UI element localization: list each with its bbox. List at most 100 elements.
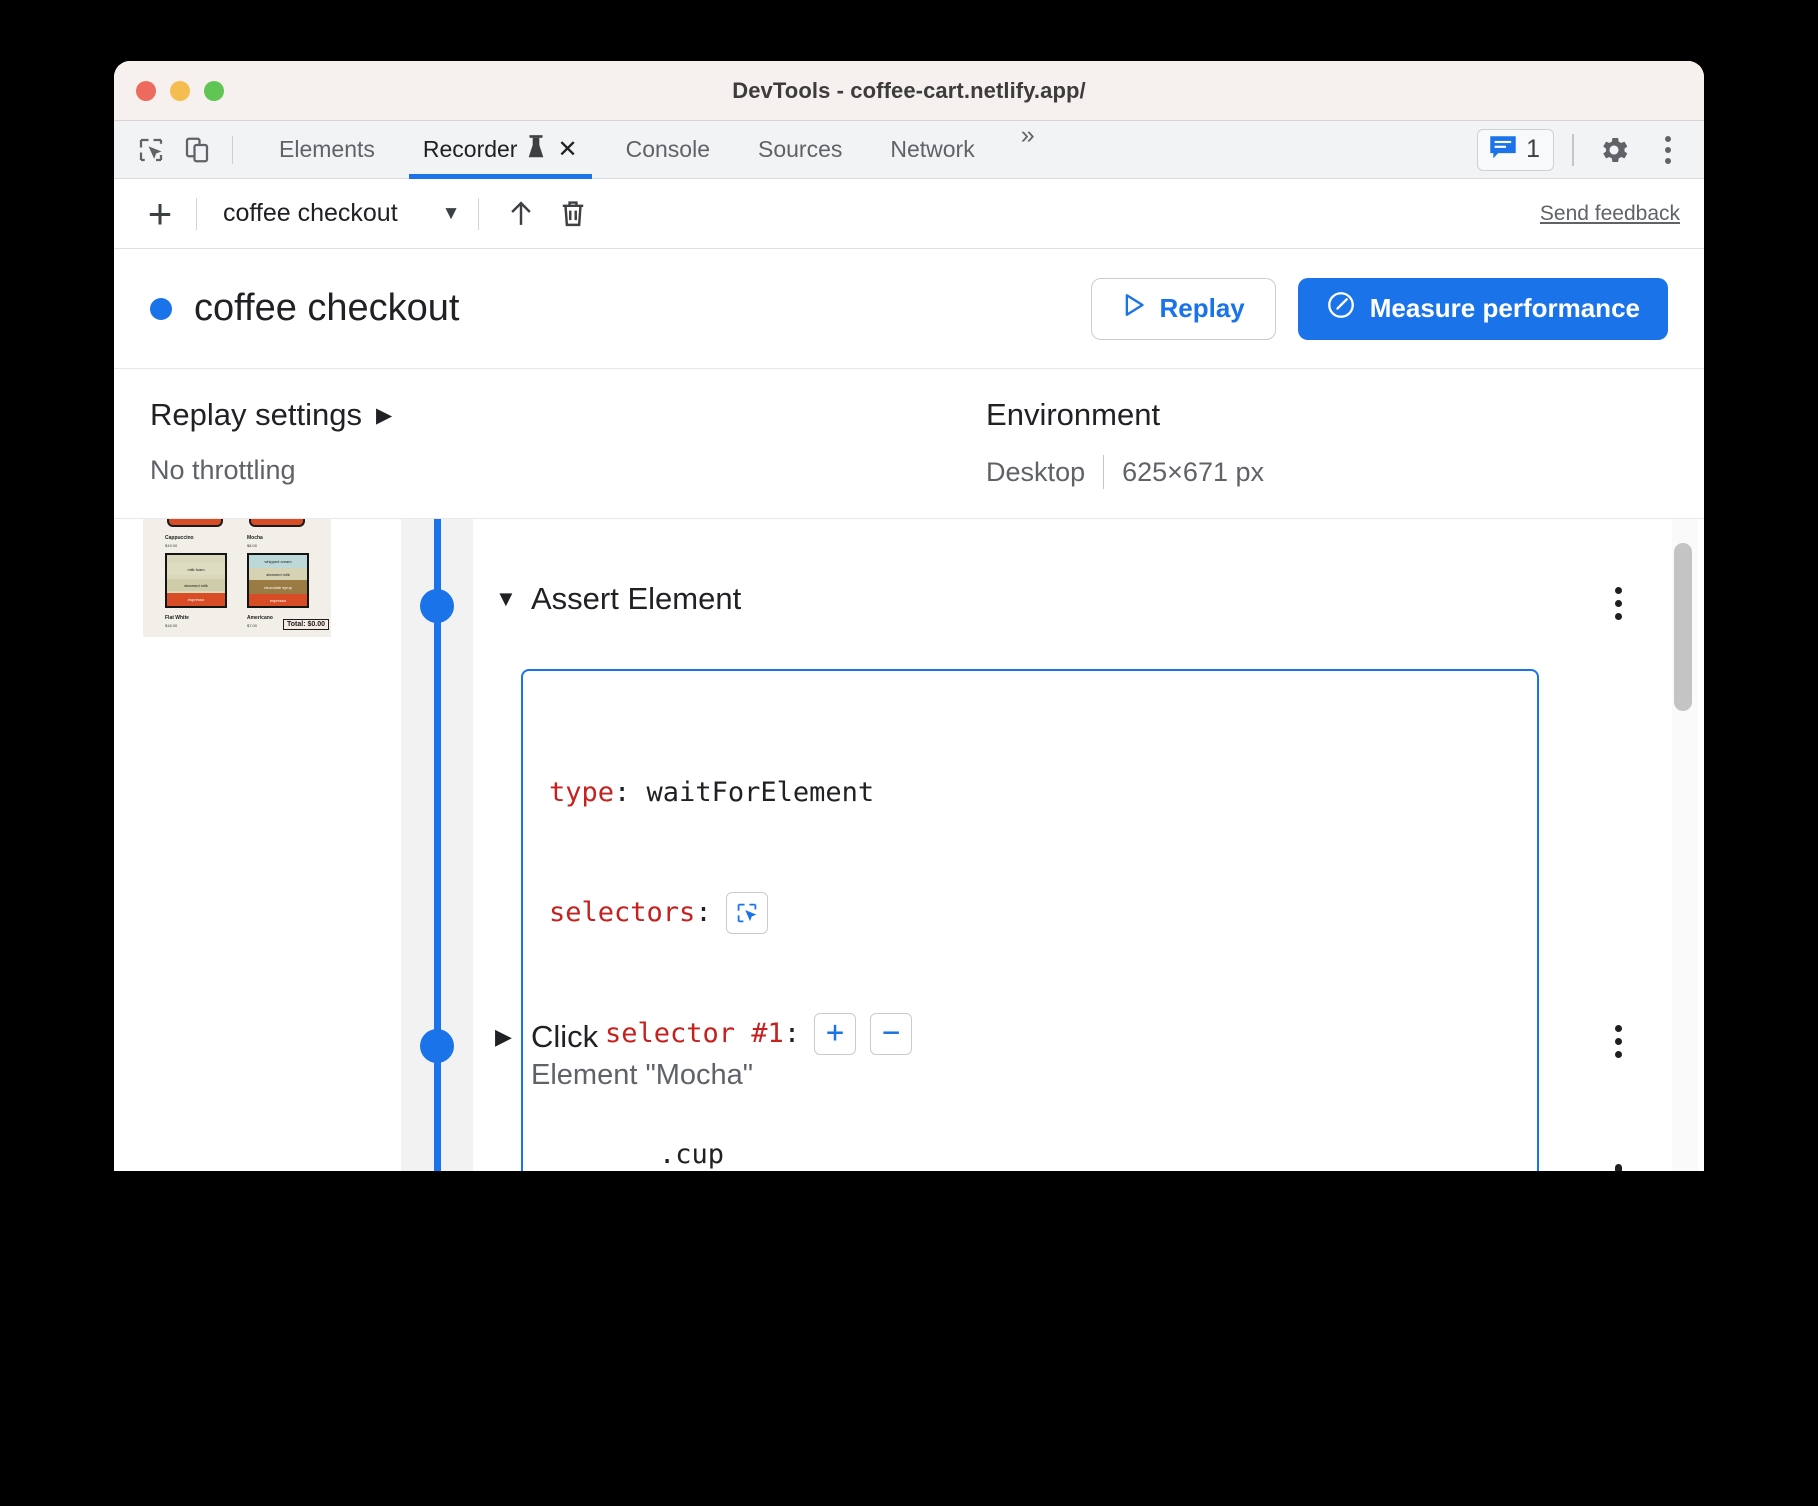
tab-recorder-label: Recorder	[422, 136, 518, 162]
product-name-flat-white: Flat White	[165, 615, 189, 621]
delete-icon[interactable]	[547, 188, 599, 240]
screenshot-content: Cappuccino $19.00 Mocha $8.00 milk foam …	[143, 519, 331, 637]
recording-select[interactable]: coffee checkout ▼	[213, 195, 470, 232]
mug-mocha: whipped cream steamed milk chocolate syr…	[247, 553, 309, 608]
layer-milk-foam: milk foam	[167, 563, 225, 575]
steps-timeline	[401, 519, 473, 1171]
environment-group: Environment Desktop 625×671 px	[986, 397, 1668, 518]
code-value-type: waitForElement	[646, 776, 875, 808]
performance-gauge-icon	[1326, 290, 1356, 327]
steps-scrollbar-track[interactable]	[1672, 519, 1698, 1171]
layer-espresso: espresso	[249, 594, 307, 606]
zoom-window-button[interactable]	[204, 80, 224, 101]
environment-values: Desktop 625×671 px	[986, 455, 1264, 489]
layer-whipped-cream: whipped cream	[249, 555, 307, 568]
step-click-header[interactable]: ▶ Click	[473, 1019, 1704, 1055]
caret-right-icon[interactable]: ▶	[495, 1024, 515, 1050]
recording-header: coffee checkout Replay Measure performan…	[114, 249, 1704, 369]
toolbar-divider-1	[196, 197, 197, 230]
tab-list: Elements Recorder ✕ Console Sources Netw…	[255, 121, 1055, 179]
recorder-toolbar: + coffee checkout ▼ Send feedback	[114, 179, 1704, 249]
replay-settings-label: Replay settings	[150, 397, 362, 432]
more-options-icon[interactable]	[1648, 128, 1688, 172]
layer-steamed-milk: steamed milk	[249, 568, 307, 580]
tab-sources[interactable]: Sources	[734, 121, 866, 179]
tab-network[interactable]: Network	[866, 121, 998, 179]
toolbar-divider-2	[478, 197, 480, 230]
play-icon	[1122, 292, 1146, 325]
gear-icon[interactable]	[1592, 128, 1636, 172]
tab-elements[interactable]: Elements	[255, 121, 399, 179]
chevron-down-icon: ▼	[441, 202, 461, 224]
environment-heading: Environment	[986, 397, 1264, 433]
page-screenshot-thumbnail[interactable]: Cappuccino $19.00 Mocha $8.00 milk foam …	[143, 519, 331, 637]
code-line-selectors: selectors:	[549, 891, 1511, 934]
steps-area: Cappuccino $19.00 Mocha $8.00 milk foam …	[114, 519, 1704, 1171]
tab-console[interactable]: Console	[602, 121, 734, 179]
step-assert-more-icon[interactable]	[1615, 587, 1622, 620]
send-feedback-link[interactable]: Send feedback	[1540, 202, 1680, 226]
layer-steamed-milk: steamed milk	[167, 579, 225, 591]
step-next-more-icon[interactable]	[1615, 1164, 1622, 1171]
replay-button[interactable]: Replay	[1090, 277, 1276, 340]
mug-top-right	[249, 519, 305, 527]
screenshot-column: Cappuccino $19.00 Mocha $8.00 milk foam …	[114, 519, 401, 1171]
recording-actions: Replay Measure performance	[1090, 277, 1668, 340]
tab-recorder[interactable]: Recorder ✕	[399, 121, 602, 179]
code-value-selector-1[interactable]: .cup	[659, 1135, 724, 1171]
tabbar-right-controls: 1	[1477, 128, 1688, 172]
environment-divider	[1103, 455, 1105, 489]
device-toolbar-icon[interactable]	[174, 128, 220, 172]
replay-settings-toggle[interactable]: Replay settings ▶	[150, 397, 392, 433]
measure-performance-button[interactable]: Measure performance	[1297, 277, 1668, 340]
product-price-cappuccino: $19.00	[165, 543, 178, 548]
recording-title-wrap: coffee checkout	[150, 287, 459, 330]
messages-button[interactable]: 1	[1477, 128, 1554, 171]
chevron-right-icon: ▶	[375, 403, 393, 427]
export-icon[interactable]	[495, 188, 547, 240]
steps-scrollbar-thumb[interactable]	[1674, 543, 1692, 711]
devtools-window: DevTools - coffee-cart.netlify.app/ Elem…	[114, 61, 1704, 1171]
mug-cappuccino: milk foam steamed milk espresso	[165, 553, 227, 608]
recording-select-value: coffee checkout	[223, 199, 398, 227]
caret-down-icon[interactable]: ▼	[495, 586, 517, 612]
mug-top-left	[167, 519, 223, 527]
step-click: ▶ Click Element "Mocha"	[473, 1019, 1704, 1092]
window-title: DevTools - coffee-cart.netlify.app/	[732, 77, 1086, 103]
cart-total-badge: Total: $0.00	[283, 619, 329, 630]
timeline-node-click[interactable]	[420, 1029, 454, 1063]
message-bubble-icon	[1489, 134, 1517, 165]
code-key-selectors: selectors	[549, 896, 696, 928]
messages-count: 1	[1526, 135, 1540, 163]
flask-icon	[526, 134, 546, 166]
step-click-more-icon[interactable]	[1615, 1025, 1622, 1058]
product-name-cappuccino: Cappuccino	[165, 535, 194, 541]
layer-chocolate-syrup: chocolate syrup	[249, 580, 307, 594]
settings-row: Replay settings ▶ No throttling Environm…	[114, 369, 1704, 519]
throttling-label: No throttling	[150, 455, 296, 485]
steps-list: ▼ Assert Element type: waitForElement se	[473, 519, 1704, 1171]
add-recording-button[interactable]: +	[132, 186, 188, 242]
close-window-button[interactable]	[136, 80, 156, 101]
recording-status-dot	[150, 297, 172, 320]
throttling-value: No throttling	[150, 455, 392, 486]
timeline-node-assert[interactable]	[420, 589, 454, 623]
pick-selector-icon[interactable]	[725, 891, 768, 934]
step-assert-label: Assert Element	[531, 581, 742, 616]
step-assert-editor[interactable]: type: waitForElement selectors: selector…	[521, 669, 1539, 1171]
step-assert-code: type: waitForElement selectors: selector…	[549, 693, 1511, 1171]
step-assert-header[interactable]: ▼ Assert Element	[473, 581, 1704, 617]
page-title: coffee checkout	[194, 287, 460, 329]
close-icon[interactable]: ✕	[557, 137, 577, 162]
environment-device: Desktop	[986, 456, 1086, 487]
traffic-light-group	[114, 80, 224, 101]
tab-network-label: Network	[890, 136, 975, 162]
step-assert-element: ▼ Assert Element type: waitForElement se	[473, 581, 1704, 1171]
code-line-selector-value: .cup	[549, 1135, 1511, 1172]
more-tabs-icon[interactable]: »	[999, 121, 1055, 179]
minimize-window-button[interactable]	[170, 80, 190, 101]
inspect-element-icon[interactable]	[128, 128, 174, 172]
product-price-mocha: $8.00	[247, 543, 258, 548]
product-price-americano: $7.00	[247, 623, 258, 628]
step-click-label: Click	[531, 1019, 599, 1054]
